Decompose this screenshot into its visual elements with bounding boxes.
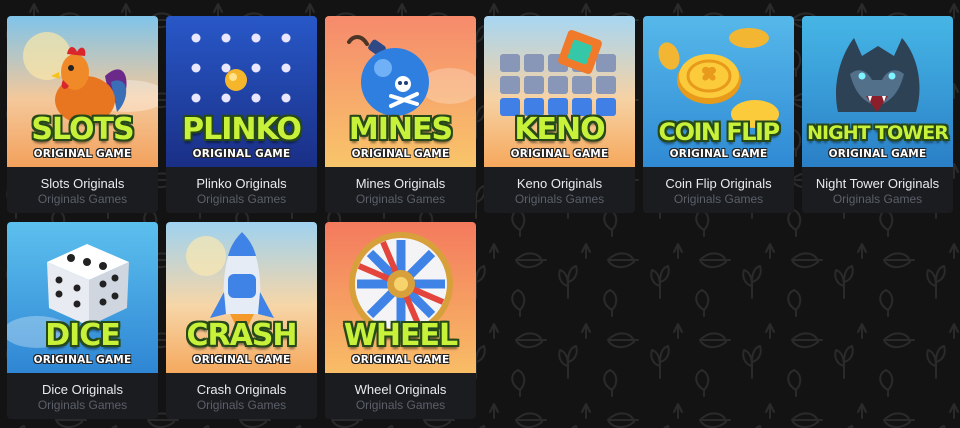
game-category: Originals Games (673, 192, 764, 206)
game-card-plinko[interactable]: PLINKO ORIGINAL GAME Plinko Originals Or… (166, 16, 317, 213)
game-art-title: COIN FLIP (658, 118, 780, 146)
game-art-subtitle: ORIGINAL GAME (669, 148, 768, 160)
game-thumbnail-dice: DICE ORIGINAL GAME (7, 222, 158, 373)
game-art-subtitle: ORIGINAL GAME (510, 148, 609, 160)
game-art-title: SLOTS (31, 112, 134, 147)
game-category: Originals Games (196, 192, 287, 206)
game-info: Night Tower Originals Originals Games (802, 167, 953, 213)
game-name: Night Tower Originals (815, 176, 940, 191)
game-category: Originals Games (355, 398, 446, 412)
game-art-subtitle: ORIGINAL GAME (33, 148, 132, 160)
game-category: Originals Games (196, 398, 287, 412)
game-name: Dice Originals (42, 382, 123, 397)
game-name: Crash Originals (196, 382, 287, 397)
game-category: Originals Games (37, 398, 128, 412)
game-thumbnail-slots: SLOTS ORIGINAL GAME (7, 16, 158, 167)
game-art-title: WHEEL (343, 318, 458, 353)
game-name: Wheel Originals (354, 382, 447, 397)
game-name: Slots Originals (40, 176, 125, 191)
game-art-title: PLINKO (182, 112, 302, 147)
game-thumbnail-night-tower: NIGHT TOWER ORIGINAL GAME (802, 16, 953, 167)
game-card-mines[interactable]: MINES ORIGINAL GAME Mines Originals Orig… (325, 16, 476, 213)
game-thumbnail-keno: KENO ORIGINAL GAME (484, 16, 635, 167)
game-thumbnail-coin-flip: COIN FLIP ORIGINAL GAME (643, 16, 794, 167)
game-thumbnail-mines: MINES ORIGINAL GAME (325, 16, 476, 167)
game-info: Keno Originals Originals Games (484, 167, 635, 213)
game-card-night-tower[interactable]: NIGHT TOWER ORIGINAL GAME Night Tower Or… (802, 16, 953, 213)
game-card-slots[interactable]: SLOTS ORIGINAL GAME Slots Originals Orig… (7, 16, 158, 213)
werewolf-icon (835, 38, 920, 112)
game-card-wheel[interactable]: WHEEL ORIGINAL GAME Wheel Originals Orig… (325, 222, 476, 419)
game-category: Originals Games (514, 192, 605, 206)
game-thumbnail-plinko: PLINKO ORIGINAL GAME (166, 16, 317, 167)
game-card-keno[interactable]: KENO ORIGINAL GAME Keno Originals Origin… (484, 16, 635, 213)
game-info: Mines Originals Originals Games (325, 167, 476, 213)
game-art-subtitle: ORIGINAL GAME (828, 148, 927, 160)
game-card-dice[interactable]: DICE ORIGINAL GAME Dice Originals Origin… (7, 222, 158, 419)
game-name: Keno Originals (516, 176, 603, 191)
game-art-subtitle: ORIGINAL GAME (192, 354, 291, 366)
game-info: Slots Originals Originals Games (7, 167, 158, 213)
game-category: Originals Games (355, 192, 446, 206)
game-card-crash[interactable]: CRASH ORIGINAL GAME Crash Originals Orig… (166, 222, 317, 419)
game-thumbnail-wheel: WHEEL ORIGINAL GAME (325, 222, 476, 373)
game-art-title: NIGHT TOWER (807, 122, 949, 144)
game-info: Crash Originals Originals Games (166, 373, 317, 419)
game-art-subtitle: ORIGINAL GAME (33, 354, 132, 366)
game-name: Mines Originals (355, 176, 446, 191)
game-art-title: CRASH (186, 318, 297, 353)
game-category: Originals Games (832, 192, 923, 206)
game-art-subtitle: ORIGINAL GAME (351, 148, 450, 160)
game-category: Originals Games (37, 192, 128, 206)
game-info: Dice Originals Originals Games (7, 373, 158, 419)
game-name: Plinko Originals (196, 176, 287, 191)
game-art-subtitle: ORIGINAL GAME (192, 148, 291, 160)
game-art-title: DICE (45, 318, 121, 353)
game-info: Coin Flip Originals Originals Games (643, 167, 794, 213)
game-card-coin-flip[interactable]: COIN FLIP ORIGINAL GAME Coin Flip Origin… (643, 16, 794, 213)
game-art-subtitle: ORIGINAL GAME (351, 354, 450, 366)
game-art-title: KENO (514, 112, 605, 147)
games-grid: SLOTS ORIGINAL GAME Slots Originals Orig… (7, 16, 957, 426)
game-info: Plinko Originals Originals Games (166, 167, 317, 213)
game-name: Coin Flip Originals (665, 176, 772, 191)
game-art-title: MINES (348, 112, 453, 147)
game-thumbnail-crash: CRASH ORIGINAL GAME (166, 222, 317, 373)
game-info: Wheel Originals Originals Games (325, 373, 476, 419)
